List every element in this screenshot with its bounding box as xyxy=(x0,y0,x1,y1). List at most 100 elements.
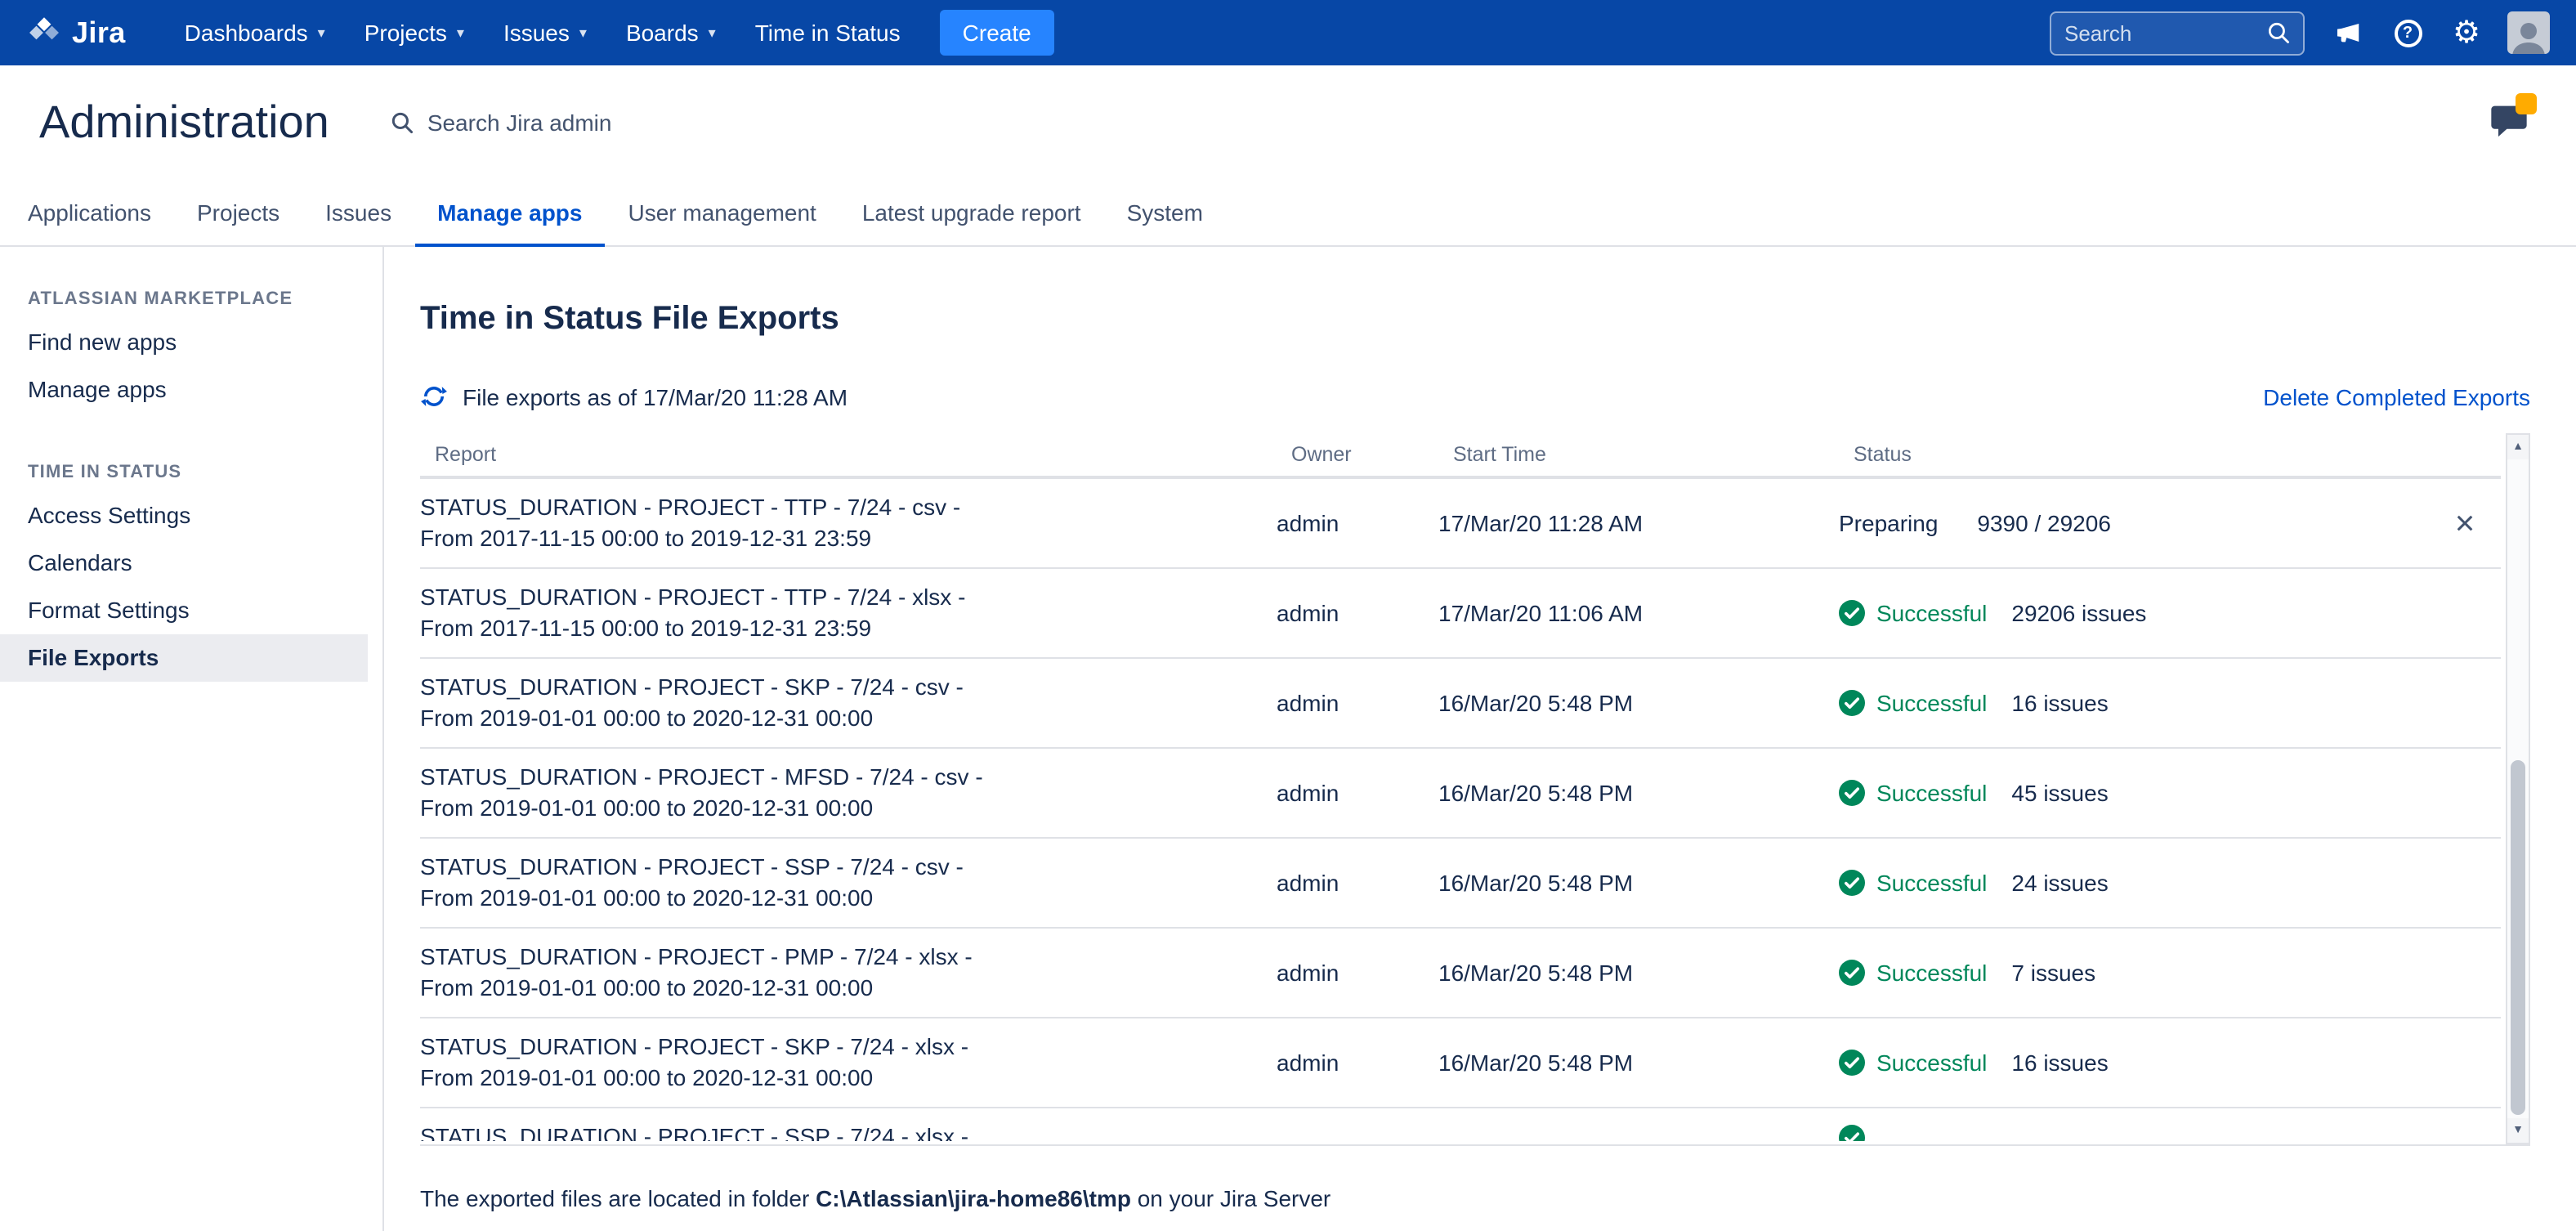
report-name: STATUS_DURATION - PROJECT - SSP - 7/24 -… xyxy=(420,852,1277,883)
chevron-down-icon: ▾ xyxy=(318,25,325,43)
tab-applications[interactable]: Applications xyxy=(5,180,174,247)
tab-latest-upgrade-report[interactable]: Latest upgrade report xyxy=(839,180,1104,247)
status-cell: Successful 24 issues xyxy=(1839,870,2429,896)
start-time-cell: 16/Mar/20 5:48 PM xyxy=(1438,870,1839,896)
tab-system[interactable]: System xyxy=(1104,180,1226,247)
col-header-owner: Owner xyxy=(1291,443,1453,466)
table-row: STATUS_DURATION - PROJECT - TTP - 7/24 -… xyxy=(420,569,2501,659)
owner-cell: admin xyxy=(1277,1050,1438,1076)
scrollbar-thumb[interactable] xyxy=(2511,760,2525,1115)
table-row: STATUS_DURATION - PROJECT - MFSD - 7/24 … xyxy=(420,749,2501,839)
notifications-bubble-icon[interactable] xyxy=(2481,98,2537,147)
start-time-cell: 17/Mar/20 11:28 AM xyxy=(1438,510,1839,536)
feedback-megaphone-icon[interactable] xyxy=(2324,8,2373,57)
report-range: From 2019-01-01 00:00 to 2020-12-31 00:0… xyxy=(420,793,1277,824)
scroll-up-icon[interactable]: ▲ xyxy=(2507,435,2529,459)
scroll-down-icon[interactable]: ▼ xyxy=(2507,1118,2529,1143)
note-suffix: on your Jira Server xyxy=(1131,1185,1330,1211)
jira-mark-icon xyxy=(26,15,62,51)
chevron-down-icon: ▾ xyxy=(579,25,587,43)
nav-issues[interactable]: Issues ▾ xyxy=(484,0,606,65)
sidebar-item-file-exports[interactable]: File Exports xyxy=(0,634,368,682)
content-area: ATLASSIAN MARKETPLACE Find new apps Mana… xyxy=(0,247,2576,1231)
nav-icon-group: ? ⚙ xyxy=(2324,8,2550,57)
report-cell: STATUS_DURATION - PROJECT - SKP - 7/24 -… xyxy=(420,672,1277,734)
status-label: Successful xyxy=(1876,690,1987,716)
tab-projects[interactable]: Projects xyxy=(174,180,302,247)
success-check-icon xyxy=(1839,600,1865,626)
status-successful: Successful 24 issues xyxy=(1839,870,2109,896)
status-label: Successful xyxy=(1876,600,1987,626)
report-name: STATUS_DURATION - PROJECT - SKP - 7/24 -… xyxy=(420,1032,1277,1063)
tab-manage-apps[interactable]: Manage apps xyxy=(414,180,605,247)
report-cell: STATUS_DURATION - PROJECT - PMP - 7/24 -… xyxy=(420,942,1277,1004)
admin-search-input[interactable] xyxy=(427,110,803,136)
success-check-icon xyxy=(1839,870,1865,896)
refresh-icon[interactable] xyxy=(420,383,448,410)
status-successful: Successful 16 issues xyxy=(1839,690,2109,716)
report-name: STATUS_DURATION - PROJECT - TTP - 7/24 -… xyxy=(420,492,1277,523)
create-button[interactable]: Create xyxy=(940,10,1054,56)
report-range: From 2017-11-15 00:00 to 2019-12-31 23:5… xyxy=(420,613,1277,644)
admin-tab-bar: Applications Projects Issues Manage apps… xyxy=(0,180,2576,247)
status-successful: Successful 29206 issues xyxy=(1839,600,2146,626)
cancel-export-button[interactable]: × xyxy=(2445,506,2485,540)
status-label: Successful xyxy=(1876,780,1987,806)
nav-projects[interactable]: Projects ▾ xyxy=(345,0,484,65)
status-label: Preparing xyxy=(1839,510,1938,536)
success-check-icon xyxy=(1839,960,1865,986)
report-name: STATUS_DURATION - PROJECT - MFSD - 7/24 … xyxy=(420,762,1277,793)
report-name: STATUS_DURATION - PROJECT - TTP - 7/24 -… xyxy=(420,582,1277,613)
sidebar-item-format-settings[interactable]: Format Settings xyxy=(0,587,382,634)
report-range: From 2019-01-01 00:00 to 2020-12-31 00:0… xyxy=(420,703,1277,734)
start-time-cell: 17/Mar/20 11:06 AM xyxy=(1438,600,1839,626)
status-cell: Successful 29206 issues xyxy=(1839,600,2429,626)
status-preparing: Preparing 9390 / 29206 xyxy=(1839,510,2111,536)
chevron-down-icon: ▾ xyxy=(709,25,716,43)
status-cell xyxy=(1839,1124,2429,1141)
sidebar-item-calendars[interactable]: Calendars xyxy=(0,539,382,587)
exports-toolbar: File exports as of 17/Mar/20 11:28 AM De… xyxy=(420,383,2530,410)
table-row: STATUS_DURATION - PROJECT - SKP - 7/24 -… xyxy=(420,1018,2501,1108)
user-avatar[interactable] xyxy=(2507,11,2550,54)
tab-issues[interactable]: Issues xyxy=(302,180,414,247)
report-cell: STATUS_DURATION - PROJECT - TTP - 7/24 -… xyxy=(420,582,1277,644)
delete-completed-exports-link[interactable]: Delete Completed Exports xyxy=(2263,383,2530,410)
start-time-cell: 16/Mar/20 5:48 PM xyxy=(1438,690,1839,716)
sidebar-item-manage-apps[interactable]: Manage apps xyxy=(0,366,382,414)
report-cell: STATUS_DURATION - PROJECT - MFSD - 7/24 … xyxy=(420,762,1277,824)
vertical-scrollbar[interactable]: ▲ ▼ xyxy=(2506,433,2530,1144)
start-time-cell: 16/Mar/20 5:48 PM xyxy=(1438,1050,1839,1076)
nav-search xyxy=(2050,11,2305,55)
nav-label: Time in Status xyxy=(755,20,901,46)
col-header-report: Report xyxy=(435,443,1291,466)
success-check-icon xyxy=(1839,690,1865,716)
search-icon[interactable] xyxy=(2267,21,2290,44)
admin-search xyxy=(391,110,803,136)
status-cell: Preparing 9390 / 29206 xyxy=(1839,510,2429,536)
sidebar-section-marketplace: ATLASSIAN MARKETPLACE Find new apps Mana… xyxy=(0,276,382,414)
nav-time-in-status[interactable]: Time in Status xyxy=(736,0,920,65)
status-detail: 16 issues xyxy=(2011,690,2108,716)
nav-dashboards[interactable]: Dashboards ▾ xyxy=(165,0,345,65)
sidebar-item-find-new-apps[interactable]: Find new apps xyxy=(0,319,382,366)
status-detail: 24 issues xyxy=(2011,870,2108,896)
status-successful xyxy=(1839,1124,1901,1141)
brand-name: Jira xyxy=(72,16,126,50)
primary-nav: Dashboards ▾ Projects ▾ Issues ▾ Boards … xyxy=(165,0,920,65)
tab-user-management[interactable]: User management xyxy=(606,180,839,247)
nav-search-input[interactable] xyxy=(2064,20,2267,45)
status-label: Successful xyxy=(1876,960,1987,986)
settings-gear-icon[interactable]: ⚙ xyxy=(2442,8,2491,57)
sidebar-item-access-settings[interactable]: Access Settings xyxy=(0,492,382,539)
table-row: STATUS_DURATION - PROJECT - PMP - 7/24 -… xyxy=(420,929,2501,1018)
owner-cell: admin xyxy=(1277,600,1438,626)
exports-as-of-label: File exports as of 17/Mar/20 11:28 AM xyxy=(463,383,847,410)
jira-logo[interactable]: Jira xyxy=(26,15,126,51)
owner-cell: admin xyxy=(1277,780,1438,806)
success-check-icon xyxy=(1839,780,1865,806)
status-detail: 29206 issues xyxy=(2011,600,2146,626)
nav-boards[interactable]: Boards ▾ xyxy=(606,0,736,65)
help-icon[interactable]: ? xyxy=(2383,8,2432,57)
status-detail: 9390 / 29206 xyxy=(1977,510,2111,536)
